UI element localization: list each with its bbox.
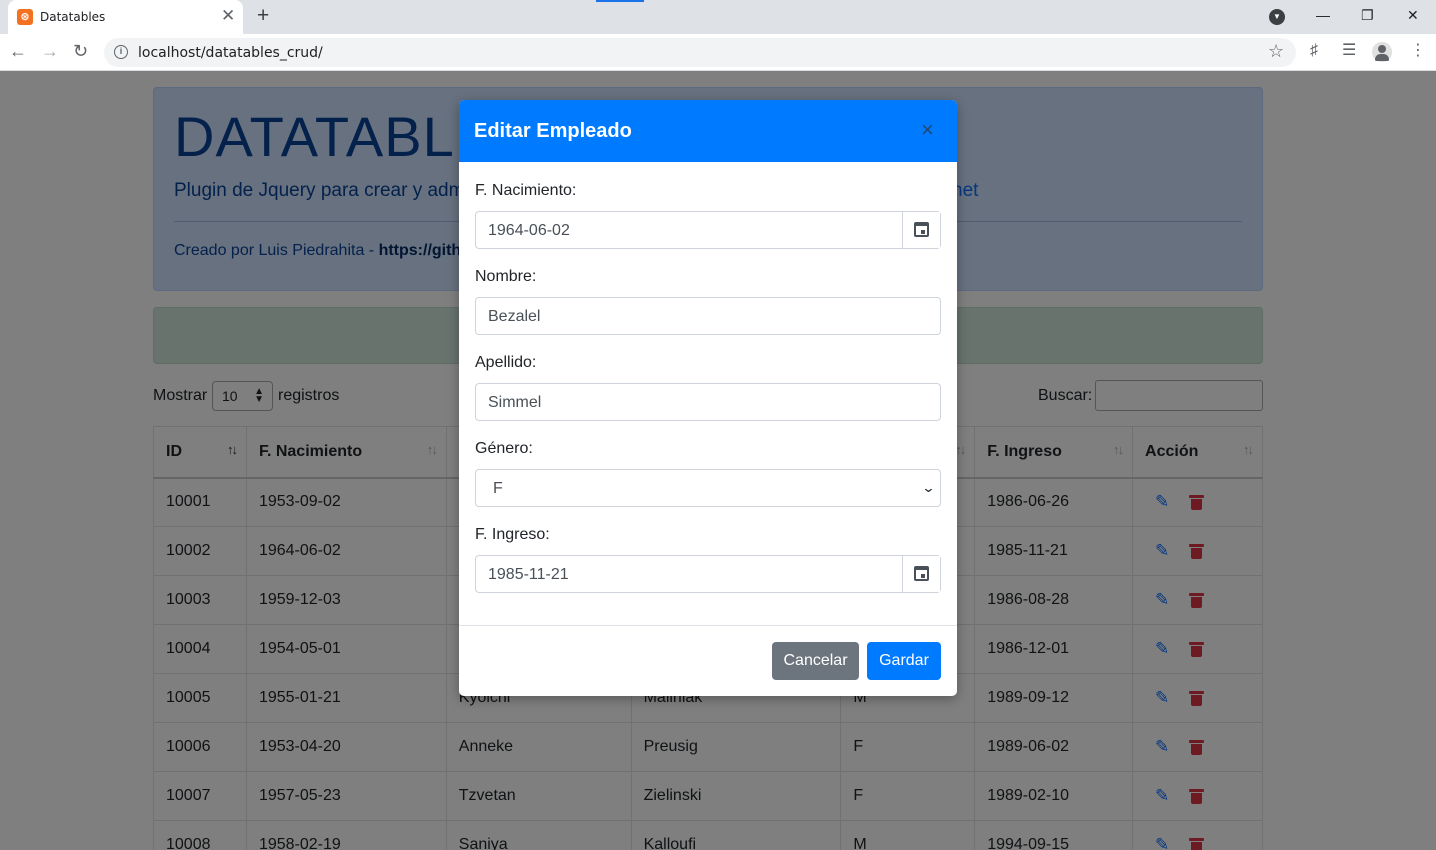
minimize-icon[interactable]: —	[1316, 6, 1330, 24]
birth-date-input[interactable]: 1964-06-02	[475, 211, 941, 249]
gender-select[interactable]: F ⌄	[475, 469, 941, 507]
lastname-input[interactable]: Simmel	[475, 383, 941, 421]
browser-toolbar: ← → ↻ i localhost/datatables_crud/ ☆ ♯ ☰…	[0, 34, 1436, 71]
modal-title: Editar Empleado	[474, 120, 632, 142]
hire-date-value: 1985-11-21	[488, 566, 569, 583]
modal-header: Editar Empleado ×	[459, 100, 957, 162]
profile-avatar-icon[interactable]	[1372, 42, 1392, 62]
browser-tab[interactable]: ⊛ Datatables ✕	[8, 0, 243, 34]
lastname-value: Simmel	[488, 394, 542, 411]
media-queue-icon[interactable]: ☰	[1342, 42, 1356, 60]
calendar-icon	[914, 566, 929, 581]
xampp-favicon-icon: ⊛	[17, 9, 33, 25]
gender-label: Género:	[475, 440, 533, 457]
forward-icon[interactable]: →	[41, 40, 59, 62]
name-label: Nombre:	[475, 268, 537, 285]
tab-loading-indicator	[596, 0, 644, 2]
browser-tab-bar: ⊛ Datatables ✕ + ▼ — ❐ ✕	[0, 0, 1436, 34]
address-bar[interactable]: i localhost/datatables_crud/ ☆	[104, 38, 1296, 67]
tab-title: Datatables	[40, 10, 106, 24]
restore-icon[interactable]: ❐	[1361, 6, 1374, 24]
hire-date-label: F. Ingreso:	[475, 526, 550, 543]
birth-date-label: F. Nacimiento:	[475, 182, 577, 199]
reload-icon[interactable]: ↻	[73, 40, 88, 62]
url-text: localhost/datatables_crud/	[138, 45, 323, 61]
extensions-icon[interactable]: ♯	[1310, 42, 1318, 60]
birth-date-picker-button[interactable]	[902, 212, 940, 248]
bookmark-star-icon[interactable]: ☆	[1268, 41, 1284, 62]
lastname-label: Apellido:	[475, 354, 537, 371]
tab-search-icon[interactable]: ▼	[1269, 9, 1285, 25]
hire-date-picker-button[interactable]	[902, 556, 940, 592]
window-close-icon[interactable]: ✕	[1407, 6, 1419, 24]
tab-close-icon[interactable]: ✕	[221, 7, 235, 25]
hire-date-input[interactable]: 1985-11-21	[475, 555, 941, 593]
back-icon[interactable]: ←	[9, 40, 27, 62]
modal-close-icon[interactable]: ×	[921, 117, 934, 143]
name-value: Bezalel	[488, 308, 541, 325]
save-button[interactable]: Gardar	[867, 642, 941, 680]
site-info-icon[interactable]: i	[114, 45, 128, 59]
calendar-icon	[914, 222, 929, 237]
edit-employee-modal: Editar Empleado × F. Nacimiento: 1964-06…	[459, 100, 957, 696]
chevron-down-icon: ⌄	[921, 480, 936, 495]
new-tab-icon[interactable]: +	[257, 5, 269, 27]
birth-date-value: 1964-06-02	[488, 222, 570, 239]
name-input[interactable]: Bezalel	[475, 297, 941, 335]
gender-value: F	[493, 480, 503, 497]
modal-footer: Cancelar Gardar	[459, 625, 957, 696]
menu-kebab-icon[interactable]: ⋮	[1410, 42, 1426, 60]
cancel-button[interactable]: Cancelar	[772, 642, 859, 680]
